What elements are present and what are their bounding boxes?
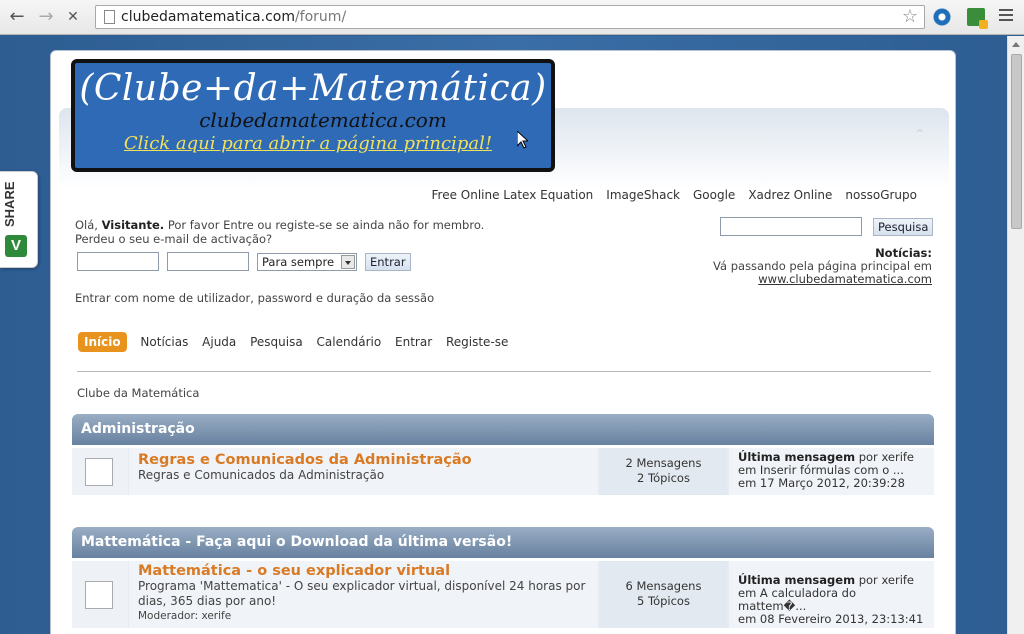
url-host: clubedamatematica.com <box>121 9 295 25</box>
board-title-link[interactable]: Regras e Comunicados da Administração <box>138 452 589 468</box>
session-duration-value: Para sempre <box>262 255 335 269</box>
session-duration-select[interactable]: Para sempre <box>257 253 357 271</box>
username-input[interactable] <box>77 252 159 271</box>
category-header-mattematica[interactable]: Mattemática - Faça aqui o Download da úl… <box>72 527 934 558</box>
board-icon-cell <box>72 561 128 628</box>
board-last-post: Última mensagem por xerife em Inserir fó… <box>729 448 934 495</box>
greeting-suffix[interactable]: Por favor Entre ou registe-se se ainda n… <box>168 218 485 232</box>
board-status-icon <box>80 453 113 486</box>
board-description: Programa 'Mattematica' - O seu explicado… <box>138 579 586 608</box>
board-status-icon <box>80 576 113 609</box>
board-moderator[interactable]: Moderador: xerife <box>138 610 589 622</box>
site-logo-banner[interactable]: (Clube+da+Matemática) clubedamatematica.… <box>71 59 555 172</box>
menu-item-calendario[interactable]: Calendário <box>317 332 382 352</box>
board-messages: 2 Mensagens <box>625 456 702 470</box>
search-button[interactable]: Pesquisa <box>873 218 934 236</box>
lost-email-link[interactable]: Perdeu o seu e-mail de activação? <box>75 232 272 246</box>
news-label: Notícias: <box>875 246 932 260</box>
login-button[interactable]: Entrar <box>365 253 411 271</box>
share-widget[interactable]: SHARE V <box>0 171 38 268</box>
top-link-nossogrupo[interactable]: nossoGrupo <box>845 188 917 202</box>
top-links: Free Online Latex Equation ImageShack Goog… <box>419 188 918 202</box>
chrome-menu-icon[interactable] <box>999 9 1013 23</box>
extension-icon[interactable] <box>933 8 951 26</box>
board-last-post: Última mensagem por xerife em A calculad… <box>729 561 934 628</box>
bookmark-star-icon[interactable]: ☆ <box>902 6 918 28</box>
menu-item-registe-se[interactable]: Registe-se <box>446 332 508 352</box>
mouse-cursor-icon <box>517 131 528 149</box>
board-info: Regras e Comunicados da Administração Re… <box>129 448 598 495</box>
board-messages: 6 Mensagens <box>625 579 702 593</box>
top-link-xadrez[interactable]: Xadrez Online <box>748 188 832 202</box>
forward-arrow-icon[interactable]: → <box>35 6 57 28</box>
board-stats: 2 Mensagens 2 Tópicos <box>600 448 727 495</box>
share-label: SHARE <box>2 181 17 227</box>
vertical-scrollbar[interactable] <box>1007 36 1024 634</box>
search-input[interactable] <box>720 217 862 236</box>
stop-loading-icon[interactable]: ✕ <box>62 6 84 28</box>
top-link-google[interactable]: Google <box>693 188 735 202</box>
board-stats: 6 Mensagens 5 Tópicos <box>600 561 727 628</box>
last-post-date: em 08 Fevereiro 2013, 23:13:41 <box>738 612 924 626</box>
menu-item-noticias[interactable]: Notícias <box>140 332 188 352</box>
category-header-administracao[interactable]: Administração <box>72 414 934 445</box>
main-menu: Início Notícias Ajuda Pesquisa Calendári… <box>78 332 518 352</box>
last-post-author[interactable]: por xerife <box>859 450 914 464</box>
news-text: Vá passando pela página principal em <box>713 259 932 273</box>
password-input[interactable] <box>167 252 249 271</box>
extension-icon-2[interactable] <box>967 8 988 29</box>
logo-subtitle: clubedamatematica.com <box>199 108 447 132</box>
board-icon-cell <box>72 448 128 495</box>
last-post-label: Última mensagem <box>738 573 856 587</box>
news-link[interactable]: www.clubedamatematica.com <box>758 272 932 286</box>
url-text[interactable]: clubedamatematica.com/forum/ <box>121 9 346 25</box>
last-post-date: em 17 Março 2012, 20:39:28 <box>738 476 905 490</box>
login-hint: Entrar com nome de utilizador, password … <box>75 291 435 305</box>
last-post-label: Última mensagem <box>738 450 856 464</box>
forum-container: ⌃ (Clube+da+Matemática) clubedamatematic… <box>50 50 956 634</box>
divider <box>77 371 931 372</box>
last-post-topic-link[interactable]: em A calculadora do mattem�... <box>738 586 856 613</box>
board-title-link[interactable]: Mattemática - o seu explicador virtual <box>138 563 589 579</box>
logo-home-link[interactable]: Click aqui para abrir a página principal… <box>75 133 551 154</box>
breadcrumb[interactable]: Clube da Matemática <box>77 386 199 400</box>
scrollbar-thumb[interactable] <box>1011 54 1022 229</box>
menu-item-entrar[interactable]: Entrar <box>395 332 432 352</box>
board-row: Regras e Comunicados da Administração Re… <box>72 448 934 495</box>
url-path: /forum/ <box>294 9 347 25</box>
top-link-latex[interactable]: Free Online Latex Equation <box>432 188 594 202</box>
last-post-topic-link[interactable]: em Inserir fórmulas com o ... <box>738 463 904 477</box>
greeting-user: Visitante. <box>101 218 165 232</box>
menu-item-inicio[interactable]: Início <box>78 332 127 352</box>
greeting-prefix: Olá, <box>75 218 98 232</box>
browser-toolbar: ← → ✕ clubedamatematica.com/forum/ ☆ <box>0 0 1024 35</box>
dropdown-arrow-icon[interactable] <box>341 255 355 269</box>
login-greeting: Olá, Visitante. Por favor Entre ou regis… <box>75 218 484 246</box>
board-row: Mattemática - o seu explicador virtual P… <box>72 561 934 628</box>
collapse-header-icon[interactable]: ⌃ <box>914 127 926 143</box>
share-logo-icon[interactable]: V <box>5 235 27 257</box>
scroll-up-arrow-icon[interactable] <box>1012 42 1020 47</box>
board-topics: 2 Tópicos <box>637 471 690 485</box>
top-link-imageshack[interactable]: ImageShack <box>606 188 680 202</box>
back-arrow-icon[interactable]: ← <box>6 6 28 28</box>
last-post-author[interactable]: por xerife <box>859 573 914 587</box>
address-bar[interactable]: clubedamatematica.com/forum/ ☆ <box>95 5 925 29</box>
board-topics: 5 Tópicos <box>637 594 690 608</box>
menu-item-pesquisa[interactable]: Pesquisa <box>250 332 303 352</box>
menu-item-ajuda[interactable]: Ajuda <box>202 332 236 352</box>
board-info: Mattemática - o seu explicador virtual P… <box>129 561 598 628</box>
logo-title: (Clube+da+Matemática) <box>79 68 547 109</box>
board-description: Regras e Comunicados da Administração <box>138 468 385 482</box>
page-icon <box>104 10 115 24</box>
page-viewport: ⌃ (Clube+da+Matemática) clubedamatematic… <box>0 36 1024 634</box>
news-box: Notícias: Vá passando pela página princi… <box>713 247 932 286</box>
